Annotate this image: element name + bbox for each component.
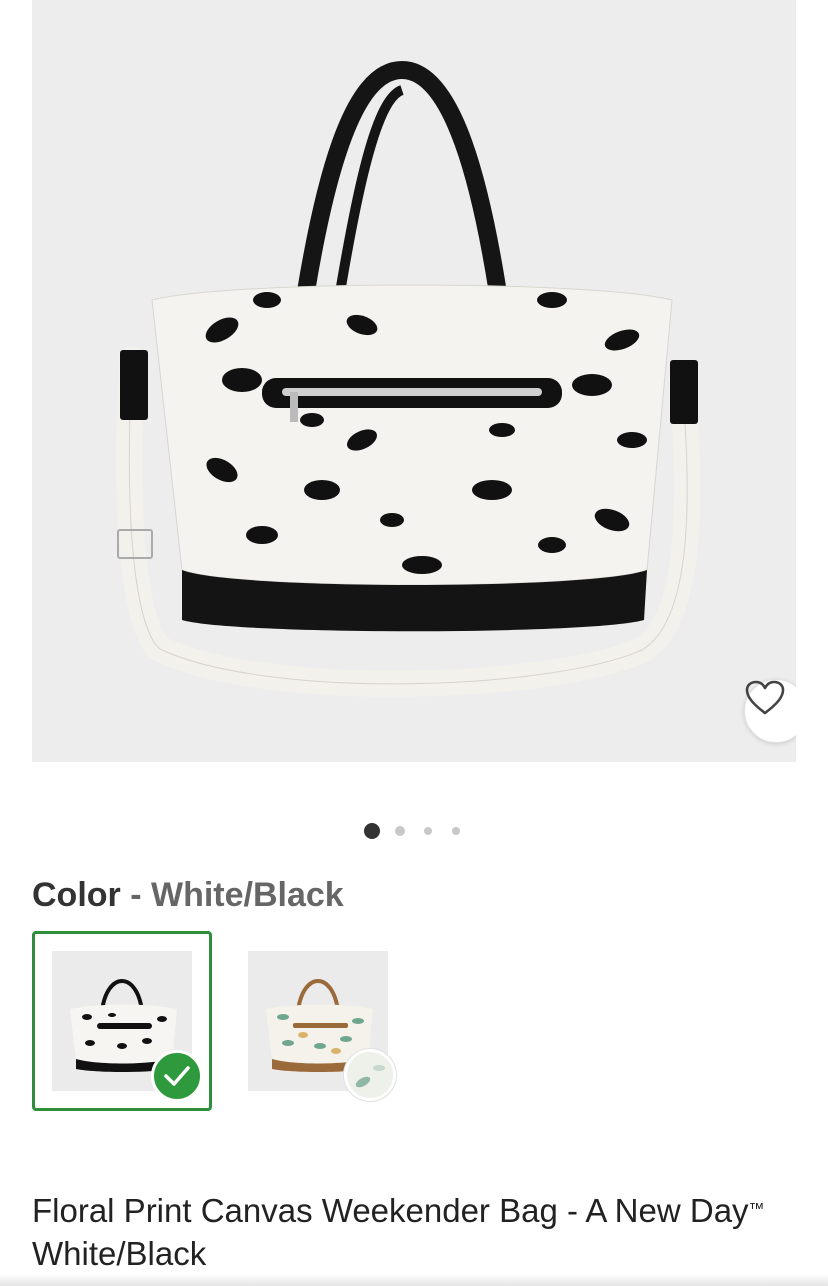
carousel-dot-2[interactable]	[395, 826, 405, 836]
color-separator: -	[120, 876, 151, 914]
carousel-dot-4[interactable]	[452, 827, 460, 835]
product-title-main: Floral Print Canvas Weekender Bag - A Ne…	[32, 1192, 749, 1229]
bottom-edge-shadow	[0, 1274, 828, 1286]
carousel-dot-1[interactable]	[364, 823, 380, 839]
carousel-dot-3[interactable]	[424, 827, 432, 835]
product-image[interactable]	[32, 0, 796, 762]
heart-outline-icon	[745, 680, 785, 715]
product-title-variant: White/Black	[32, 1235, 207, 1272]
color-selected-value: White/Black	[151, 876, 344, 914]
color-swatch-floral-green[interactable]	[228, 931, 408, 1111]
carousel-dots	[0, 822, 828, 840]
product-title: Floral Print Canvas Weekender Bag - A Ne…	[32, 1188, 796, 1275]
color-swatch-white-black[interactable]	[32, 931, 212, 1111]
color-label: Color	[32, 876, 121, 914]
check-icon	[164, 1066, 190, 1086]
bag-illustration	[116, 60, 701, 697]
pattern-preview-chip	[344, 1049, 396, 1101]
color-heading: Color - White/Black	[32, 876, 344, 915]
trademark-symbol: ™	[748, 1201, 765, 1218]
selected-check-badge	[151, 1050, 203, 1102]
